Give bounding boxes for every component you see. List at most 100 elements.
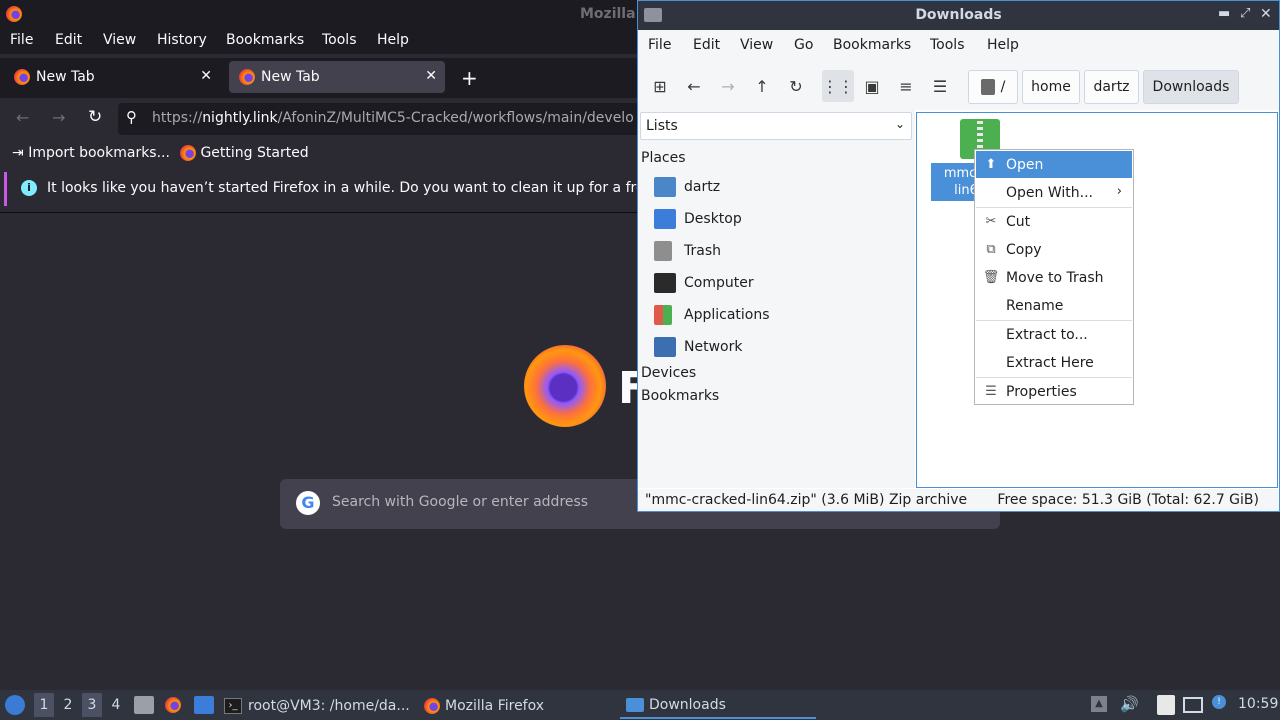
workspace-2[interactable]: 2 [58, 693, 78, 717]
place-label: Trash [684, 243, 721, 259]
breadcrumb-dartz[interactable]: dartz [1084, 70, 1139, 104]
place-label: Applications [684, 307, 770, 323]
notification-text: It looks like you haven’t started Firefo… [47, 180, 666, 196]
menu-item-properties[interactable]: ☰ Properties [976, 378, 1132, 405]
bookmarks-heading[interactable]: Bookmarks [641, 388, 719, 404]
task-label: root@VM3: /home/da... [248, 698, 410, 714]
menu-item-label: Copy [1006, 241, 1042, 258]
menu-item-open[interactable]: ⬆ Open [976, 151, 1132, 178]
side-pane-mode-value: Lists [646, 118, 678, 134]
file-manager-toolbar: ⊞ ← → ↑ ↻ ⋮⋮ ▣ ≡ ☰ / home dartz Download… [638, 60, 1279, 110]
menu-item-label: Extract Here [1006, 354, 1094, 371]
desktop-launcher-icon[interactable] [194, 696, 214, 714]
menu-item-copy[interactable]: ⧉ Copy [976, 236, 1132, 263]
firefox-launcher-icon[interactable] [165, 697, 181, 713]
breadcrumb-root[interactable]: / [968, 70, 1018, 104]
place-label: dartz [684, 179, 721, 195]
fm-menu-edit[interactable]: Edit [693, 37, 720, 53]
maximize-icon[interactable]: ⤢ [1240, 6, 1250, 21]
close-tab-icon[interactable]: ✕ [425, 68, 437, 84]
back-icon[interactable]: ← [16, 108, 29, 127]
network-icon [654, 337, 676, 357]
url-path: /AfoninZ/MultiMC5-Cracked/workflows/main… [277, 110, 634, 126]
place-applications[interactable]: Applications [654, 302, 770, 328]
task-downloads[interactable]: Downloads [620, 693, 816, 719]
menu-history[interactable]: History [157, 32, 207, 48]
info-icon: i [21, 180, 37, 196]
task-terminal[interactable]: ›_ root@VM3: /home/da... [224, 693, 414, 719]
tab-new-1[interactable]: New Tab ✕ [4, 61, 220, 93]
new-tab-plus-icon[interactable]: + [461, 66, 478, 90]
menu-bookmarks[interactable]: Bookmarks [226, 32, 304, 48]
volume-icon[interactable]: 🔊 [1120, 695, 1139, 713]
tab-new-2[interactable]: New Tab ✕ [229, 61, 445, 93]
back-icon[interactable]: ← [678, 70, 710, 102]
firefox-icon [424, 698, 440, 714]
place-label: Network [684, 339, 743, 355]
close-tab-icon[interactable]: ✕ [200, 68, 212, 84]
fm-menu-go[interactable]: Go [794, 37, 813, 53]
menu-item-extract-here[interactable]: Extract Here [976, 349, 1132, 376]
close-icon[interactable]: ✕ [1260, 6, 1272, 22]
tray-up-arrow-icon[interactable]: ▲ [1091, 696, 1107, 712]
workspace-1[interactable]: 1 [34, 693, 54, 717]
forward-icon[interactable]: → [712, 70, 744, 102]
menu-item-open-with[interactable]: Open With... › [976, 179, 1132, 206]
fm-menu-help[interactable]: Help [987, 37, 1019, 53]
import-bookmarks-item[interactable]: ⇥ Import bookmarks... [12, 145, 170, 161]
workspace-3[interactable]: 3 [82, 693, 102, 717]
menu-view[interactable]: View [103, 32, 136, 48]
workspace-4[interactable]: 4 [106, 693, 126, 717]
thumbnail-view-icon[interactable]: ▣ [856, 70, 888, 102]
update-notifier-icon[interactable]: ! [1212, 695, 1226, 709]
icon-view-icon[interactable]: ⋮⋮ [822, 70, 854, 102]
menu-item-rename[interactable]: Rename [976, 292, 1132, 319]
task-label: Mozilla Firefox [445, 698, 545, 714]
minimize-icon[interactable]: ▬ [1218, 6, 1230, 21]
clipboard-icon[interactable] [1157, 695, 1175, 715]
forward-icon[interactable]: → [52, 108, 65, 127]
place-dartz[interactable]: dartz [654, 174, 720, 200]
menu-item-cut[interactable]: ✂ Cut [976, 208, 1132, 235]
menu-item-label: Open [1006, 156, 1044, 173]
side-pane-mode-select[interactable]: Lists ⌄ [640, 112, 912, 140]
task-firefox[interactable]: Mozilla Firefox [424, 693, 614, 719]
getting-started-bookmark[interactable]: Getting Started [180, 145, 309, 161]
reload-icon[interactable]: ↻ [88, 107, 102, 127]
reload-icon[interactable]: ↻ [780, 70, 812, 102]
breadcrumb-home[interactable]: home [1022, 70, 1080, 104]
clock[interactable]: 10:59 [1238, 696, 1278, 712]
menu-file[interactable]: File [10, 32, 33, 48]
menu-tools[interactable]: Tools [322, 32, 357, 48]
status-selection: "mmc-cracked-lin64.zip" (3.6 MiB) Zip ar… [645, 492, 968, 508]
file-manager-titlebar[interactable]: Downloads ▬ ⤢ ✕ [638, 1, 1279, 30]
menu-item-extract-to[interactable]: Extract to... [976, 321, 1132, 348]
start-menu-icon[interactable] [5, 695, 25, 715]
devices-heading[interactable]: Devices [641, 365, 696, 381]
fm-menu-bookmarks[interactable]: Bookmarks [833, 37, 911, 53]
menu-item-move-to-trash[interactable]: 🗑 Move to Trash [976, 264, 1132, 291]
network-tray-icon[interactable] [1183, 697, 1203, 713]
place-network[interactable]: Network [654, 334, 742, 360]
google-icon: G [296, 491, 320, 515]
place-label: Desktop [684, 211, 742, 227]
url-domain: nightly.link [202, 110, 278, 126]
place-desktop[interactable]: Desktop [654, 206, 742, 232]
fm-menu-view[interactable]: View [740, 37, 773, 53]
up-icon[interactable]: ↑ [746, 70, 778, 102]
new-tab-icon[interactable]: ⊞ [644, 70, 676, 102]
menu-help[interactable]: Help [377, 32, 409, 48]
firefox-logo-icon [524, 345, 606, 427]
file-manager-launcher-icon[interactable] [134, 696, 154, 714]
fm-menu-tools[interactable]: Tools [930, 37, 965, 53]
breadcrumb-downloads[interactable]: Downloads [1143, 70, 1239, 104]
menu-edit[interactable]: Edit [55, 32, 82, 48]
menu-item-label: Properties [1006, 383, 1077, 400]
copy-icon: ⧉ [986, 242, 996, 257]
place-trash[interactable]: Trash [654, 238, 721, 264]
firefox-icon [180, 145, 196, 161]
detailed-view-icon[interactable]: ☰ [924, 70, 956, 102]
place-computer[interactable]: Computer [654, 270, 754, 296]
compact-view-icon[interactable]: ≡ [890, 70, 922, 102]
fm-menu-file[interactable]: File [648, 37, 671, 53]
